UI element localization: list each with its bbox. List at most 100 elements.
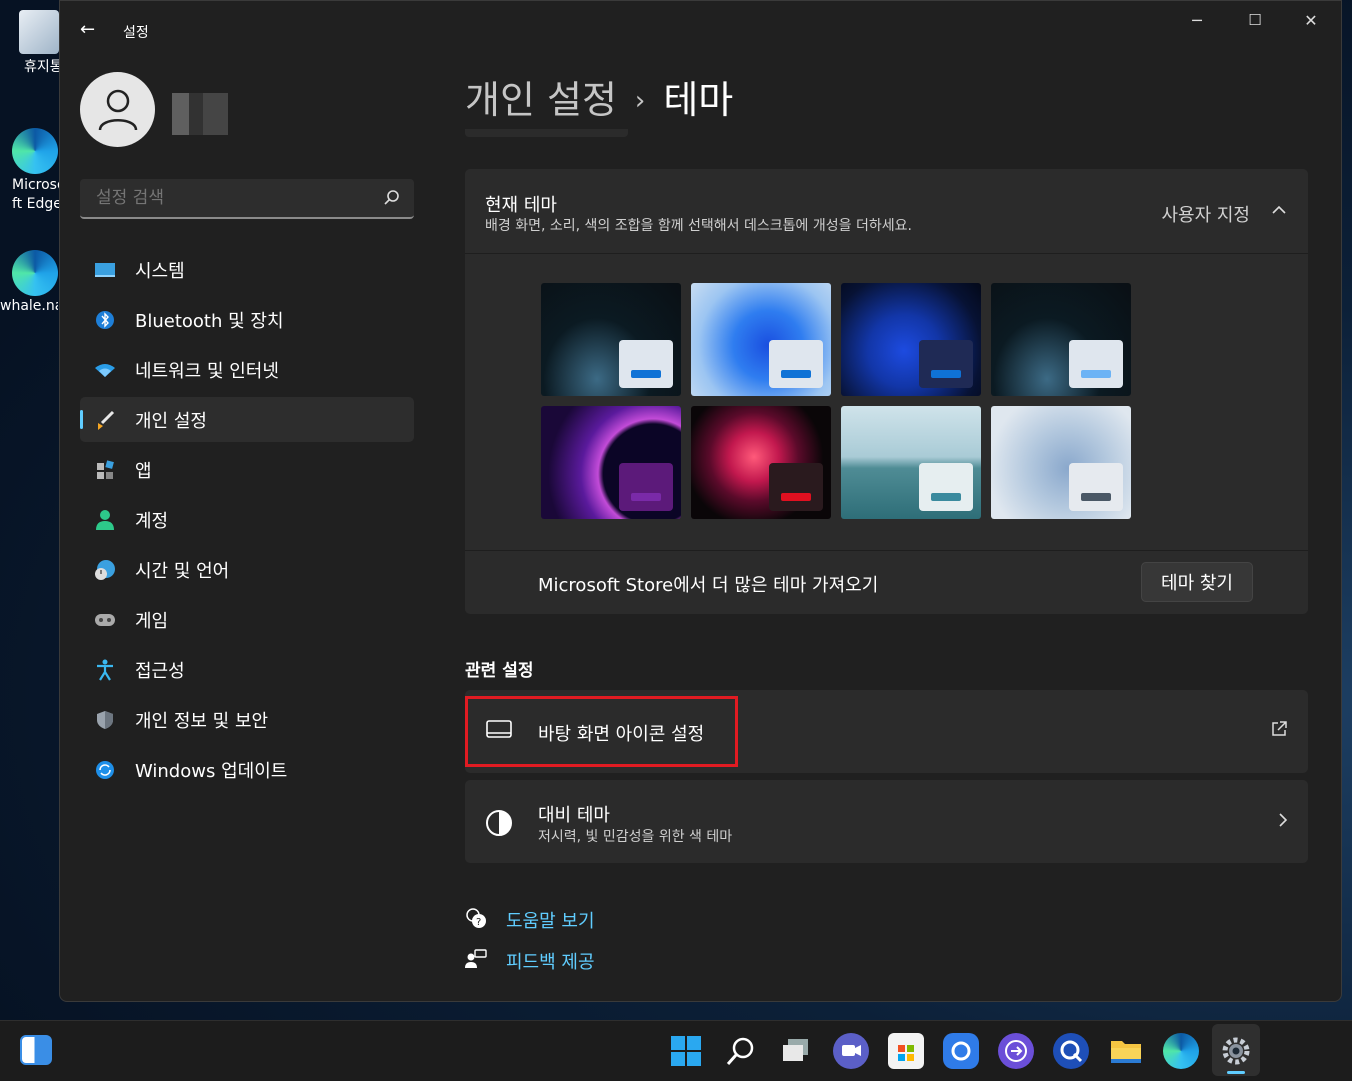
- theme-thumbnail[interactable]: [691, 283, 831, 396]
- globe-clock-icon: [94, 559, 116, 581]
- search-input[interactable]: [94, 187, 368, 209]
- user-name-blurred: [172, 93, 228, 135]
- page-title: 테마: [663, 78, 734, 122]
- theme-thumbnail[interactable]: [691, 406, 831, 519]
- help-link-text[interactable]: 도움말 보기: [506, 907, 595, 933]
- whale-icon: [12, 250, 58, 296]
- sidebar-item-label: 접근성: [135, 660, 185, 682]
- highlight-box: [465, 696, 738, 767]
- help-icon: ?: [465, 907, 487, 934]
- brush-icon: [94, 409, 116, 431]
- sidebar-item-label: 개인 설정: [135, 410, 207, 432]
- avatar[interactable]: [80, 72, 155, 147]
- sidebar-item-network[interactable]: 네트워크 및 인터넷: [80, 347, 414, 392]
- contrast-themes-subtitle: 저시력, 빛 민감성을 위한 색 테마: [538, 829, 733, 845]
- current-theme-value: 사용자 지정: [1161, 205, 1250, 226]
- chevron-up-icon[interactable]: [1272, 199, 1286, 220]
- breadcrumb: 개인 설정 › 테마: [465, 69, 733, 124]
- breadcrumb-parent[interactable]: 개인 설정: [465, 78, 617, 122]
- qsearch-icon[interactable]: [1053, 1033, 1089, 1069]
- related-settings-heading: 관련 설정: [465, 661, 534, 681]
- sidebar-item-personalization[interactable]: 개인 설정: [80, 397, 414, 442]
- scrolled-card-edge: [465, 129, 628, 137]
- sidebar-item-system[interactable]: 시스템: [80, 247, 414, 292]
- wifi-icon: [94, 359, 116, 381]
- sidebar-item-label: 게임: [135, 610, 169, 632]
- external-link-icon: [1270, 720, 1288, 743]
- settings-window: ← 설정 ─ ☐ ✕ 시스템 Bluetooth 및 장치 네트워크 및 인터넷: [59, 0, 1342, 1002]
- minimize-button[interactable]: ─: [1177, 11, 1217, 30]
- theme-thumbnail[interactable]: [841, 406, 981, 519]
- apps-icon: [94, 459, 116, 481]
- active-app-indicator: [1227, 1071, 1245, 1074]
- sidebar-item-label: 앱: [135, 460, 152, 482]
- contrast-themes-row[interactable]: 대비 테마 저시력, 빛 민감성을 위한 색 테마: [465, 780, 1308, 863]
- sidebar-item-label: 계정: [135, 510, 169, 532]
- sidebar-item-label: 네트워크 및 인터넷: [135, 360, 279, 382]
- sidebar-item-label: 개인 정보 및 보안: [135, 710, 269, 732]
- edge-icon: [12, 128, 58, 174]
- sidebar-item-label: 시스템: [135, 260, 185, 282]
- maximize-button[interactable]: ☐: [1235, 11, 1275, 29]
- sidebar-item-bluetooth[interactable]: Bluetooth 및 장치: [80, 297, 414, 342]
- contrast-themes-title: 대비 테마: [538, 805, 610, 826]
- edge-taskbar-icon[interactable]: [1163, 1033, 1199, 1069]
- find-themes-button[interactable]: 테마 찾기: [1141, 562, 1253, 602]
- current-theme-card: 현재 테마 배경 화면, 소리, 색의 조합을 함께 선택해서 데스크톱에 개성…: [465, 169, 1308, 614]
- breadcrumb-separator: ›: [634, 86, 646, 116]
- task-view-icon[interactable]: [778, 1033, 814, 1069]
- taskbar: [0, 1020, 1352, 1081]
- sidebar-item-windows-update[interactable]: Windows 업데이트: [80, 747, 414, 792]
- sidebar-item-gaming[interactable]: 게임: [80, 597, 414, 642]
- theme-thumbnail[interactable]: [991, 406, 1131, 519]
- account-icon: [94, 509, 116, 531]
- bluetooth-icon: [94, 309, 116, 331]
- close-button[interactable]: ✕: [1291, 11, 1331, 30]
- theme-thumbnail[interactable]: [541, 406, 681, 519]
- sidebar-item-accessibility[interactable]: 접근성: [80, 647, 414, 692]
- sidebar-item-label: 시간 및 언어: [135, 560, 230, 582]
- search-box[interactable]: [80, 179, 414, 219]
- theme-thumbnail[interactable]: [991, 283, 1131, 396]
- user-icon: [98, 89, 138, 131]
- title-bar: ← 설정 ─ ☐ ✕: [60, 1, 1341, 49]
- chat-icon[interactable]: [833, 1033, 869, 1069]
- sidebar-item-privacy[interactable]: 개인 정보 및 보안: [80, 697, 414, 742]
- settings-gear-icon[interactable]: [1218, 1033, 1254, 1069]
- accessibility-icon: [94, 659, 116, 681]
- feedback-link-text[interactable]: 피드백 제공: [506, 948, 595, 974]
- store-text: Microsoft Store에서 더 많은 테마 가져오기: [538, 575, 879, 596]
- store-icon[interactable]: [888, 1033, 924, 1069]
- theme-thumbnail[interactable]: [841, 283, 981, 396]
- update-icon: [94, 759, 116, 781]
- swap-icon[interactable]: [998, 1033, 1034, 1069]
- feedback-icon: [465, 948, 487, 975]
- current-theme-subtitle: 배경 화면, 소리, 색의 조합을 함께 선택해서 데스크톱에 개성을 더하세요…: [485, 218, 912, 234]
- gamepad-icon: [94, 609, 116, 631]
- bing-icon[interactable]: [943, 1033, 979, 1069]
- search-icon[interactable]: [384, 189, 400, 211]
- sidebar-nav: 시스템 Bluetooth 및 장치 네트워크 및 인터넷 개인 설정 앱 계정…: [80, 247, 414, 797]
- file-explorer-icon[interactable]: [1108, 1033, 1144, 1069]
- start-icon[interactable]: [668, 1033, 704, 1069]
- search-taskbar-icon[interactable]: [723, 1033, 759, 1069]
- recycle-bin-icon: [19, 10, 59, 54]
- shield-icon: [94, 709, 116, 731]
- contrast-icon: [485, 809, 513, 841]
- sidebar-item-apps[interactable]: 앱: [80, 447, 414, 492]
- store-row: Microsoft Store에서 더 많은 테마 가져오기 테마 찾기: [465, 550, 1308, 614]
- system-icon: [94, 259, 116, 281]
- current-theme-title: 현재 테마: [485, 195, 557, 216]
- window-title: 설정: [123, 25, 149, 41]
- sidebar-item-label: Windows 업데이트: [135, 760, 288, 782]
- sidebar-item-label: Bluetooth 및 장치: [135, 310, 284, 332]
- sidebar-item-time-language[interactable]: 시간 및 언어: [80, 547, 414, 592]
- current-theme-header[interactable]: 현재 테마 배경 화면, 소리, 색의 조합을 함께 선택해서 데스크톱에 개성…: [465, 169, 1308, 254]
- widgets-icon[interactable]: [20, 1035, 52, 1065]
- theme-thumbnail[interactable]: [541, 283, 681, 396]
- desktop-icon-label: whale.naver: [0, 298, 58, 314]
- chevron-right-icon: [1278, 812, 1288, 833]
- back-arrow-icon[interactable]: ←: [80, 19, 95, 40]
- sidebar-item-accounts[interactable]: 계정: [80, 497, 414, 542]
- svg-text:?: ?: [476, 917, 481, 928]
